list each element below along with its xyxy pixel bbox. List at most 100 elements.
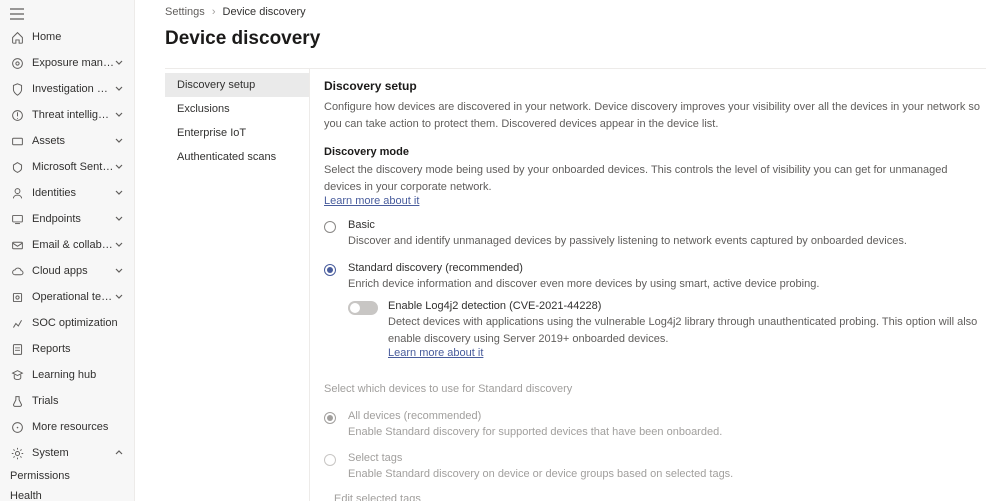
radio-all-devices-label: All devices (recommended) (348, 410, 982, 422)
breadcrumb-current: Device discovery (223, 6, 306, 18)
sidebar-item-label: SOC optimization (32, 317, 124, 329)
sidebar-item-health[interactable]: Health (0, 486, 134, 501)
ot-icon (10, 290, 24, 304)
sidebar-item-soc-optimization[interactable]: SOC optimization (0, 310, 134, 336)
gear-icon (10, 446, 24, 460)
assets-icon (10, 134, 24, 148)
sidebar-item-investigation-response[interactable]: Investigation & response (0, 76, 134, 102)
sidebar-item-label: Trials (32, 395, 124, 407)
sidebar-item-trials[interactable]: Trials (0, 388, 134, 414)
radio-standard-desc: Enrich device information and discover e… (348, 276, 982, 293)
sidebar-item-system[interactable]: System (0, 440, 134, 466)
detail-panel: Discovery setup Configure how devices ar… (310, 69, 986, 501)
sidebar-item-label: Assets (32, 135, 114, 147)
sidebar-item-microsoft-sentinel[interactable]: Microsoft Sentinel (0, 154, 134, 180)
sidebar-item-label: Cloud apps (32, 265, 114, 277)
toggle-log4j-label: Enable Log4j2 detection (CVE-2021-44228) (388, 300, 982, 312)
mail-icon (10, 238, 24, 252)
sidebar-item-label: Exposure management (32, 57, 114, 69)
sidebar-item-label: Endpoints (32, 213, 114, 225)
sidebar-item-label: Microsoft Sentinel (32, 161, 114, 173)
chevron-down-icon (114, 110, 124, 120)
edit-selected-tags-link[interactable]: Edit selected tags (334, 493, 421, 501)
radio-select-tags[interactable] (324, 454, 336, 466)
sidebar-item-label: Reports (32, 343, 124, 355)
sidebar-item-reports[interactable]: Reports (0, 336, 134, 362)
sidebar-item-label: More resources (32, 421, 124, 433)
chevron-down-icon (114, 58, 124, 68)
home-icon (10, 30, 24, 44)
sidebar-item-label: Operational technology (32, 291, 114, 303)
sidebar-item-threat-intelligence[interactable]: Threat intelligence (0, 102, 134, 128)
radio-basic[interactable] (324, 221, 336, 233)
radio-select-tags-desc: Enable Standard discovery on device or d… (348, 466, 982, 483)
chevron-down-icon (114, 162, 124, 172)
main-content: Settings › Device discovery Device disco… (135, 0, 1000, 501)
learn-more-log4j-link[interactable]: Learn more about it (388, 347, 483, 359)
trials-icon (10, 394, 24, 408)
reports-icon (10, 342, 24, 356)
optimize-icon (10, 316, 24, 330)
page-title: Device discovery (165, 28, 986, 50)
nav-toggle-button[interactable] (0, 4, 134, 24)
sidebar-item-permissions[interactable]: Permissions (0, 466, 134, 486)
pivot-discovery-setup[interactable]: Discovery setup (165, 73, 309, 97)
exposure-icon (10, 56, 24, 70)
radio-all-devices-desc: Enable Standard discovery for supported … (348, 424, 982, 441)
sidebar-item-learning-hub[interactable]: Learning hub (0, 362, 134, 388)
chevron-down-icon (114, 84, 124, 94)
sidebar-item-endpoints[interactable]: Endpoints (0, 206, 134, 232)
endpoints-icon (10, 212, 24, 226)
chevron-up-icon (114, 448, 124, 458)
radio-basic-label: Basic (348, 219, 982, 231)
toggle-log4j[interactable] (348, 301, 378, 315)
chevron-down-icon (114, 240, 124, 250)
radio-standard-label: Standard discovery (recommended) (348, 262, 982, 274)
sidebar-item-cloud-apps[interactable]: Cloud apps (0, 258, 134, 284)
discovery-mode-heading: Discovery mode (324, 146, 982, 158)
sidebar-item-identities[interactable]: Identities (0, 180, 134, 206)
toggle-log4j-desc: Detect devices with applications using t… (388, 314, 982, 347)
device-selector-heading: Select which devices to use for Standard… (324, 381, 982, 398)
sentinel-icon (10, 160, 24, 174)
identities-icon (10, 186, 24, 200)
radio-select-tags-label: Select tags (348, 452, 982, 464)
sidebar-item-label: Investigation & response (32, 83, 114, 95)
sidebar-item-exposure-management[interactable]: Exposure management (0, 50, 134, 76)
radio-basic-desc: Discover and identify unmanaged devices … (348, 233, 982, 250)
chevron-right-icon: › (212, 6, 216, 18)
threat-icon (10, 108, 24, 122)
chevron-down-icon (114, 136, 124, 146)
shield-icon (10, 82, 24, 96)
sidebar-item-more-resources[interactable]: More resources (0, 414, 134, 440)
sidebar-item-email-collaboration[interactable]: Email & collaboration (0, 232, 134, 258)
pivot-nav: Discovery setup Exclusions Enterprise Io… (165, 69, 310, 501)
learning-icon (10, 368, 24, 382)
breadcrumb: Settings › Device discovery (165, 6, 986, 18)
chevron-down-icon (114, 292, 124, 302)
chevron-down-icon (114, 188, 124, 198)
detail-title: Discovery setup (324, 79, 982, 93)
cloud-icon (10, 264, 24, 278)
sidebar: Home Exposure management Investigation &… (0, 0, 135, 501)
sidebar-item-label: Email & collaboration (32, 239, 114, 251)
radio-all-devices[interactable] (324, 412, 336, 424)
hamburger-icon (10, 8, 24, 20)
discovery-mode-description: Select the discovery mode being used by … (324, 162, 982, 195)
pivot-exclusions[interactable]: Exclusions (165, 97, 309, 121)
sidebar-item-label: Learning hub (32, 369, 124, 381)
learn-more-link[interactable]: Learn more about it (324, 195, 419, 207)
detail-intro: Configure how devices are discovered in … (324, 99, 982, 132)
sidebar-item-operational-technology[interactable]: Operational technology (0, 284, 134, 310)
pivot-authenticated-scans[interactable]: Authenticated scans (165, 145, 309, 169)
sidebar-item-assets[interactable]: Assets (0, 128, 134, 154)
sidebar-item-home[interactable]: Home (0, 24, 134, 50)
resources-icon (10, 420, 24, 434)
chevron-down-icon (114, 214, 124, 224)
radio-standard[interactable] (324, 264, 336, 276)
breadcrumb-parent[interactable]: Settings (165, 6, 205, 18)
sidebar-item-label: Threat intelligence (32, 109, 114, 121)
sidebar-item-label: System (32, 447, 114, 459)
sidebar-item-label: Identities (32, 187, 114, 199)
pivot-enterprise-iot[interactable]: Enterprise IoT (165, 121, 309, 145)
